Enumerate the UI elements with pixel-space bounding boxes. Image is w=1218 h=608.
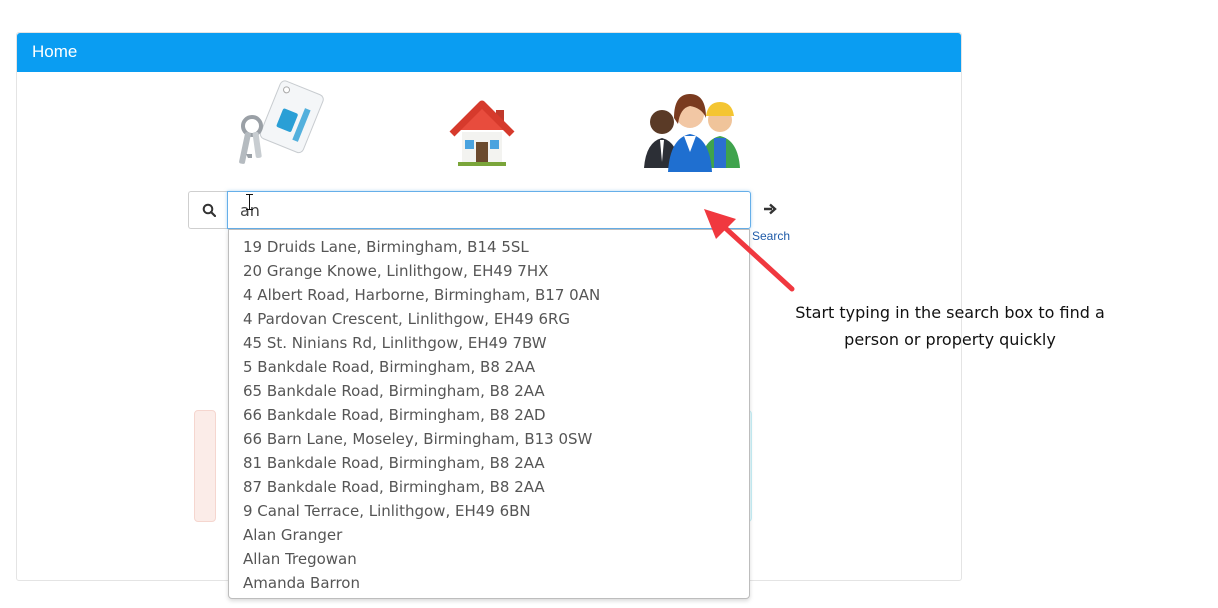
people-icon[interactable] — [628, 72, 750, 176]
suggestion-item[interactable]: 20 Grange Knowe, Linlithgow, EH49 7HX — [229, 259, 749, 283]
callout-line-2: person or property quickly — [844, 330, 1056, 349]
suggestion-item[interactable]: Amanda Barron — [229, 571, 749, 595]
suggestion-item[interactable]: 66 Barn Lane, Moseley, Birmingham, B13 0… — [229, 427, 749, 451]
suggestion-item[interactable]: 4 Pardovan Crescent, Linlithgow, EH49 6R… — [229, 307, 749, 331]
search-input[interactable] — [227, 191, 751, 229]
suggestion-item[interactable]: Alan Granger — [229, 523, 749, 547]
suggestion-item[interactable]: 65 Bankdale Road, Birmingham, B8 2AA — [229, 379, 749, 403]
house-icon[interactable] — [440, 72, 524, 168]
suggestion-item[interactable]: 66 Bankdale Road, Birmingham, B8 2AD — [229, 403, 749, 427]
suggestion-item[interactable]: 5 Bankdale Road, Birmingham, B8 2AA — [229, 355, 749, 379]
suggestion-item[interactable]: 87 Bankdale Road, Birmingham, B8 2AA — [229, 475, 749, 499]
autocomplete-dropdown: 19 Druids Lane, Birmingham, B14 5SL 20 G… — [228, 229, 750, 599]
suggestion-item[interactable]: 9 Canal Terrace, Linlithgow, EH49 6BN — [229, 499, 749, 523]
panel-header: Home — [17, 33, 961, 72]
suggestion-item[interactable]: 4 Albert Road, Harborne, Birmingham, B17… — [229, 283, 749, 307]
annotation-callout: Start typing in the search box to find a… — [790, 299, 1110, 353]
search-addon — [188, 191, 228, 229]
suggestion-item[interactable]: Allan Tregowan — [229, 547, 749, 571]
suggestion-item[interactable]: 45 St. Ninians Rd, Linlithgow, EH49 7BW — [229, 331, 749, 355]
search-icon — [202, 203, 216, 217]
text-cursor-icon — [246, 194, 253, 210]
suggestion-item[interactable]: 81 Bankdale Road, Birmingham, B8 2AA — [229, 451, 749, 475]
callout-line-1: Start typing in the search box to find a — [795, 303, 1105, 322]
panel-title: Home — [32, 42, 78, 61]
suggestion-item[interactable]: 19 Druids Lane, Birmingham, B14 5SL — [229, 235, 749, 259]
alert-box-left — [194, 410, 216, 522]
keys-icon[interactable] — [222, 74, 326, 174]
annotation-arrow-icon — [704, 209, 795, 292]
